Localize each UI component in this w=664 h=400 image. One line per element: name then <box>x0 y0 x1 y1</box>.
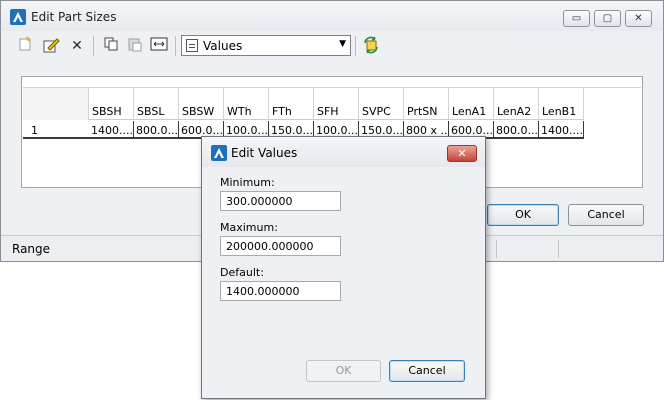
column-header[interactable]: LenA1 <box>449 88 494 120</box>
app-logo-icon <box>10 9 26 25</box>
minimum-label: Minimum: <box>220 176 275 189</box>
toolbar-separator <box>93 36 94 56</box>
default-label: Default: <box>220 266 264 279</box>
dialog-title: Edit Values <box>231 146 298 160</box>
maximum-label: Maximum: <box>220 221 278 234</box>
view-mode-select[interactable]: Values ▼ <box>181 35 351 56</box>
app-logo-icon <box>211 145 227 161</box>
dialog-ok-button[interactable]: OK <box>306 360 381 382</box>
close-icon: ✕ <box>634 13 643 24</box>
grid-corner-cell <box>23 88 89 120</box>
toolbar: ✕ Values ▼ <box>9 33 653 59</box>
dialog-titlebar[interactable]: Edit Values ✕ <box>202 137 485 167</box>
delete-icon[interactable]: ✕ <box>67 36 87 56</box>
status-separator <box>558 240 559 258</box>
cancel-button[interactable]: Cancel <box>568 204 644 226</box>
column-header[interactable]: LenA2 <box>494 88 539 120</box>
column-header[interactable]: PrtSN <box>404 88 449 120</box>
close-icon: ✕ <box>457 147 467 160</box>
maximize-button[interactable]: ▢ <box>594 10 621 27</box>
maximum-field[interactable]: 200000.000000 <box>220 236 341 256</box>
minimize-button[interactable]: ▭ <box>563 10 590 27</box>
status-separator <box>496 240 497 258</box>
column-header[interactable]: SBSH <box>89 88 134 120</box>
grid-header-band <box>23 78 641 88</box>
table-cell[interactable]: 1400.... <box>539 121 584 139</box>
main-titlebar[interactable]: Edit Part Sizes ▭ ▢ ✕ <box>1 1 663 31</box>
dialog-close-button[interactable]: ✕ <box>447 145 477 162</box>
table-cell[interactable]: 800.0... <box>494 121 539 139</box>
status-text: Range <box>12 242 51 256</box>
table-cell[interactable]: 1400.... <box>89 121 134 139</box>
table-values-icon <box>186 39 198 52</box>
column-header[interactable]: SBSL <box>134 88 179 120</box>
toolbar-separator <box>355 36 356 56</box>
default-field[interactable]: 1400.000000 <box>220 281 341 301</box>
column-header[interactable]: SVPC <box>359 88 404 120</box>
column-header[interactable]: LenB1 <box>539 88 584 120</box>
window-title: Edit Part Sizes <box>31 10 117 24</box>
close-button[interactable]: ✕ <box>625 10 652 27</box>
fit-columns-icon[interactable] <box>149 36 169 56</box>
copy-icon[interactable] <box>101 36 121 56</box>
edit-row-icon[interactable] <box>41 36 61 56</box>
chevron-down-icon: ▼ <box>339 39 346 49</box>
paste-icon[interactable] <box>125 36 145 56</box>
column-header[interactable]: SFH <box>314 88 359 120</box>
column-header[interactable]: WTh <box>224 88 269 120</box>
edit-values-dialog: Edit Values ✕ Minimum: 300.000000 Maximu… <box>201 136 486 399</box>
maximize-icon: ▢ <box>602 13 613 24</box>
minimize-icon: ▭ <box>571 13 582 24</box>
new-row-icon[interactable] <box>15 36 35 56</box>
row-header[interactable]: 1 <box>23 121 89 139</box>
column-header[interactable]: FTh <box>269 88 314 120</box>
dialog-cancel-button[interactable]: Cancel <box>389 360 465 382</box>
view-mode-value: Values <box>203 39 243 53</box>
toolbar-separator <box>175 36 176 56</box>
column-header[interactable]: SBSW <box>179 88 224 120</box>
refresh-icon[interactable] <box>361 36 381 56</box>
minimum-field[interactable]: 300.000000 <box>220 191 341 211</box>
table-cell[interactable]: 800.0... <box>134 121 179 139</box>
ok-button[interactable]: OK <box>487 204 559 226</box>
